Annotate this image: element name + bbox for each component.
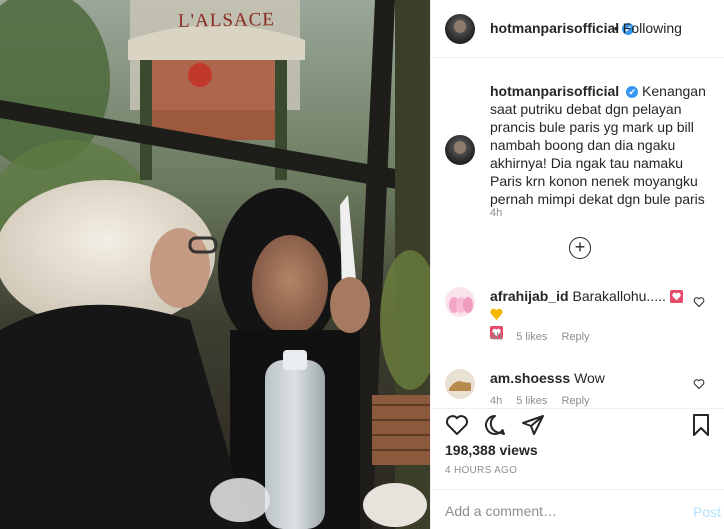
comment-likes[interactable]: 5 likes (516, 395, 547, 407)
following-button[interactable]: Following (623, 20, 682, 36)
author-username[interactable]: hotmanparisofficial (490, 20, 619, 36)
header-separator: • (614, 20, 619, 36)
yellow-heart-emoji (490, 308, 503, 321)
caption-verified-badge-icon: ✔ (626, 86, 639, 98)
comment-time[interactable]: 4h (490, 331, 502, 343)
comment-meta: 4h 5 likes Reply (490, 331, 590, 343)
add-comment-input[interactable] (445, 502, 675, 520)
author-avatar[interactable] (445, 14, 475, 44)
comment-time[interactable]: 4h (490, 395, 502, 407)
plus-circle-icon: + (574, 237, 586, 257)
comment-icon[interactable] (483, 413, 507, 437)
post-comment-button[interactable]: Post (693, 504, 721, 520)
views-count[interactable]: 198,388 views (445, 442, 538, 458)
author-name-wrap: hotmanparisofficial ✔ (490, 20, 635, 38)
comment-like-heart-icon[interactable] (693, 377, 705, 390)
follow-status: • Following (614, 20, 682, 36)
post-caption: hotmanparisofficial ✔ Kenangan saat putri… (490, 82, 718, 208)
post-header: hotmanparisofficial ✔ • Following (431, 0, 724, 58)
post-side-panel: hotmanparisofficial ✔ • Following hotmanp… (430, 0, 724, 529)
comment-reply-button[interactable]: Reply (561, 331, 589, 343)
heart-box-emoji (669, 290, 683, 303)
amshoesss-avatar-image (445, 369, 475, 399)
caption-text: Kenangan saat putriku debat dgn pelayan … (490, 83, 706, 207)
comment-likes[interactable]: 5 likes (516, 331, 547, 343)
comment-text: Wow (574, 370, 605, 386)
caption-author-avatar[interactable] (445, 135, 475, 165)
instagram-post-modal: L'ALSACE hotmanparisofficial ✔ • Followin… (0, 0, 724, 529)
load-more-comments-button[interactable]: + (569, 237, 591, 259)
caption-time[interactable]: 4h (490, 207, 502, 219)
bookmark-icon[interactable] (689, 413, 713, 437)
commenter-avatar[interactable] (445, 287, 475, 317)
comment-reply-button[interactable]: Reply (561, 395, 589, 407)
post-action-bar (431, 408, 724, 438)
photo-scene (0, 0, 430, 529)
post-photo[interactable]: L'ALSACE (0, 0, 430, 529)
comment-body: am.shoesss Wow (490, 369, 690, 387)
comment-text: Barakallohu..... (572, 288, 666, 304)
share-icon[interactable] (521, 413, 545, 437)
posted-time[interactable]: 4 HOURS AGO (445, 465, 517, 476)
caption-username[interactable]: hotmanparisofficial (490, 83, 619, 99)
afrahijab-avatar-image (445, 287, 475, 317)
commenter-avatar[interactable] (445, 369, 475, 399)
add-comment-bar: Post (431, 489, 724, 529)
comment-like-heart-icon[interactable] (693, 295, 705, 308)
comment-meta: 4h 5 likes Reply (490, 395, 590, 407)
comment-username[interactable]: afrahijab_id (490, 288, 569, 304)
cafe-sign-text: L'ALSACE (177, 9, 276, 32)
comment-username[interactable]: am.shoesss (490, 370, 570, 386)
heart-icon[interactable] (445, 413, 469, 437)
